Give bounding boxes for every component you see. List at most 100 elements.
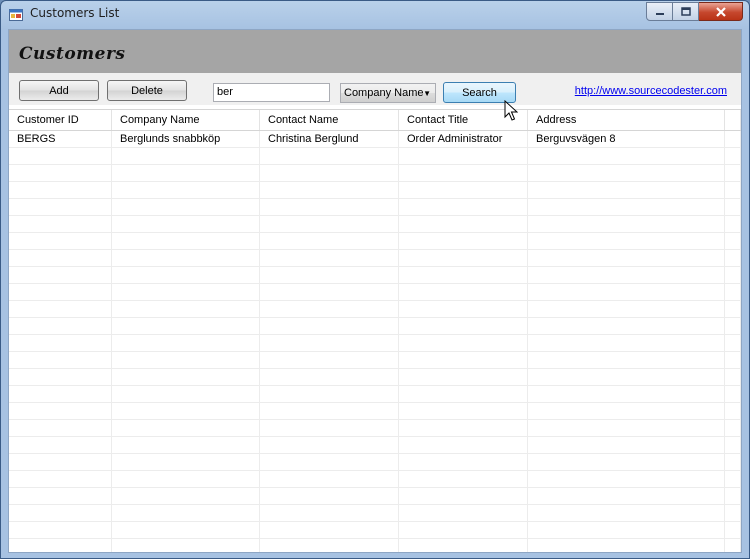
empty-cell [260, 505, 399, 521]
window-title: Customers List [30, 6, 120, 20]
empty-cell [528, 165, 725, 181]
empty-cell [528, 352, 725, 368]
empty-cell [112, 522, 260, 538]
empty-cell [260, 369, 399, 385]
empty-cell [725, 454, 741, 470]
empty-cell [725, 165, 741, 181]
search-field-select[interactable]: Company Name ▼ [340, 83, 436, 103]
empty-cell [528, 471, 725, 487]
empty-row [9, 250, 741, 267]
cell-contact-title[interactable]: Order Administrator [399, 131, 528, 147]
empty-cell [112, 454, 260, 470]
app-window: Customers List Customers Add Delete ber … [0, 0, 750, 559]
empty-cell [112, 148, 260, 164]
empty-row [9, 233, 741, 250]
empty-cell [725, 199, 741, 215]
empty-cell [260, 522, 399, 538]
column-header-customer-id[interactable]: Customer ID [9, 110, 112, 130]
empty-cell [399, 420, 528, 436]
empty-cell [9, 216, 112, 232]
empty-cell [528, 539, 725, 552]
cell-customer-id[interactable]: BERGS [9, 131, 112, 147]
empty-cell [399, 539, 528, 552]
empty-cell [9, 505, 112, 521]
empty-cell [112, 318, 260, 334]
column-header-contact-name[interactable]: Contact Name [260, 110, 399, 130]
empty-row [9, 454, 741, 471]
empty-cell [528, 233, 725, 249]
empty-cell [112, 165, 260, 181]
empty-cell [112, 335, 260, 351]
empty-cell [260, 267, 399, 283]
empty-cell [725, 539, 741, 552]
empty-cell [528, 199, 725, 215]
empty-cell [112, 539, 260, 552]
empty-row [9, 420, 741, 437]
empty-cell [9, 352, 112, 368]
empty-cell [9, 148, 112, 164]
empty-cell [112, 233, 260, 249]
empty-cell [528, 318, 725, 334]
empty-cell [528, 488, 725, 504]
empty-cell [9, 369, 112, 385]
cell-contact-name[interactable]: Christina Berglund [260, 131, 399, 147]
empty-cell [9, 182, 112, 198]
toolbar: Add Delete ber Company Name ▼ Search htt… [9, 73, 741, 105]
empty-cell [9, 199, 112, 215]
empty-row [9, 505, 741, 522]
empty-cell [399, 148, 528, 164]
empty-cell [528, 505, 725, 521]
add-button[interactable]: Add [19, 80, 99, 101]
column-header-company-name[interactable]: Company Name [112, 110, 260, 130]
maximize-button[interactable] [673, 2, 699, 21]
search-input[interactable]: ber [213, 83, 330, 102]
empty-cell [399, 301, 528, 317]
empty-cell [260, 182, 399, 198]
minimize-icon [655, 12, 664, 15]
maximize-icon [680, 7, 691, 16]
title-bar[interactable]: Customers List [1, 1, 749, 29]
empty-cell [260, 403, 399, 419]
customers-grid[interactable]: Customer ID Company Name Contact Name Co… [9, 105, 741, 552]
close-icon [715, 6, 726, 17]
empty-cell [260, 420, 399, 436]
minimize-button[interactable] [646, 2, 673, 21]
empty-cell [399, 403, 528, 419]
empty-cell [112, 488, 260, 504]
empty-row [9, 148, 741, 165]
empty-row [9, 216, 741, 233]
empty-cell [9, 318, 112, 334]
empty-cell [399, 454, 528, 470]
empty-cell [528, 403, 725, 419]
empty-cell [9, 284, 112, 300]
empty-cell [528, 267, 725, 283]
empty-row [9, 522, 741, 539]
empty-cell [528, 284, 725, 300]
column-header-filler [725, 110, 741, 130]
close-button[interactable] [699, 2, 743, 21]
empty-cell [9, 539, 112, 552]
page-title: Customers [19, 44, 126, 64]
cell-address[interactable]: Berguvsvägen 8 [528, 131, 725, 147]
empty-cell [9, 454, 112, 470]
empty-cell [725, 471, 741, 487]
delete-button[interactable]: Delete [107, 80, 187, 101]
empty-cell [725, 437, 741, 453]
empty-cell [260, 148, 399, 164]
empty-cell [725, 284, 741, 300]
empty-cell [528, 420, 725, 436]
empty-cell [112, 369, 260, 385]
empty-row [9, 335, 741, 352]
empty-cell [260, 437, 399, 453]
cell-company-name[interactable]: Berglunds snabbköp [112, 131, 260, 147]
empty-cell [725, 148, 741, 164]
column-header-address[interactable]: Address [528, 110, 725, 130]
empty-row [9, 488, 741, 505]
website-link[interactable]: http://www.sourcecodester.com [575, 85, 727, 97]
empty-cell [260, 539, 399, 552]
empty-cell [112, 216, 260, 232]
empty-cell [9, 301, 112, 317]
table-row[interactable]: BERGS Berglunds snabbköp Christina Bergl… [9, 131, 741, 148]
empty-cell [725, 505, 741, 521]
empty-cell [399, 267, 528, 283]
